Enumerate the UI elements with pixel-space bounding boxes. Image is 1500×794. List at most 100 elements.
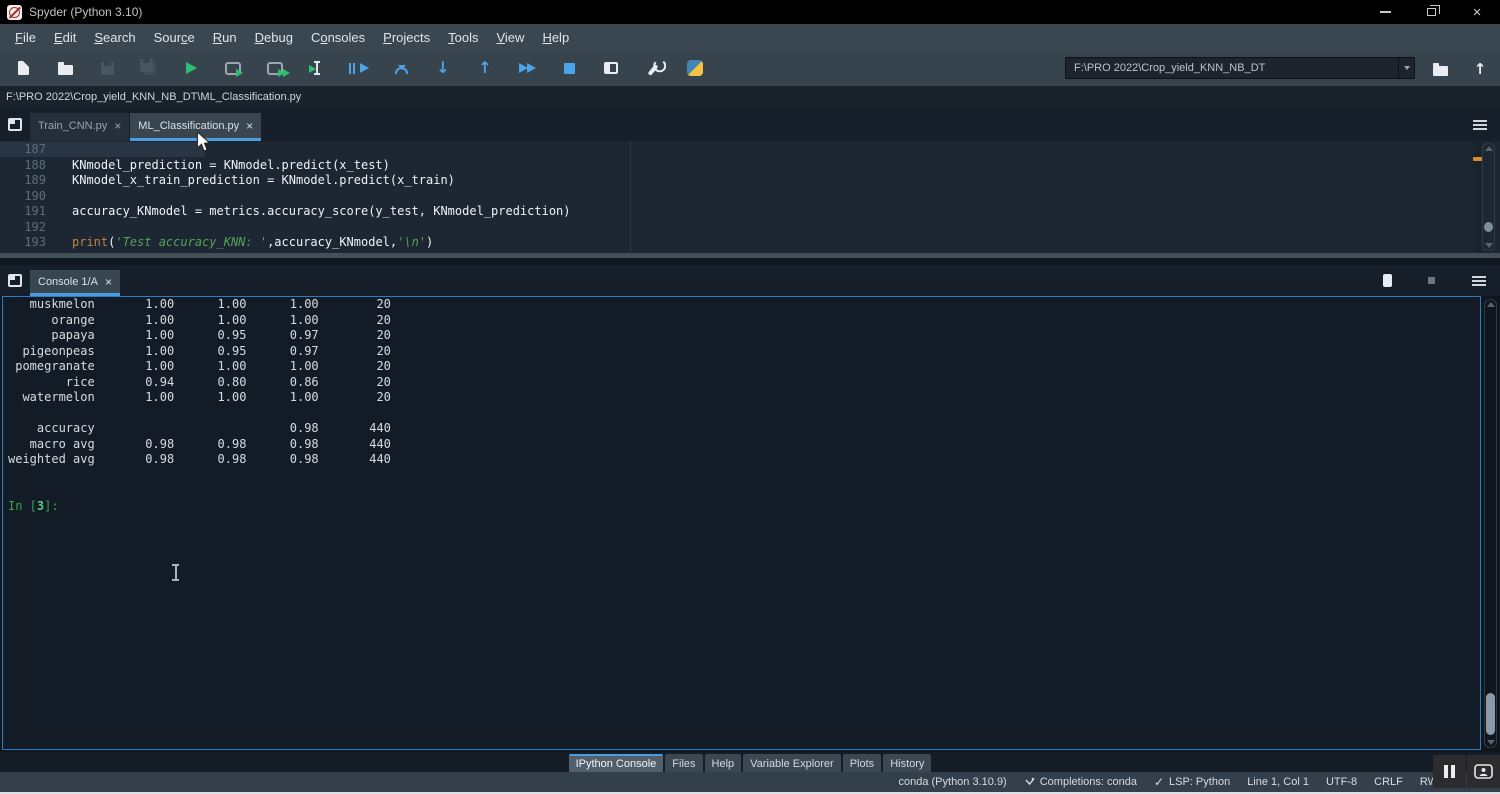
menu-source[interactable]: Source bbox=[145, 26, 204, 49]
menu-debug[interactable]: Debug bbox=[246, 26, 302, 49]
working-directory-select[interactable]: F:\PRO 2022\Crop_yield_KNN_NB_DT bbox=[1065, 57, 1415, 79]
scroll-down-icon[interactable] bbox=[1485, 243, 1493, 248]
editor-tabbar: Train_CNN.py× ML_Classification.py × bbox=[0, 108, 1500, 141]
close-tab-icon[interactable]: × bbox=[114, 119, 121, 133]
run-selection-button[interactable] bbox=[304, 55, 330, 81]
editor-browse-tabs-button[interactable] bbox=[0, 111, 30, 139]
menu-search[interactable]: Search bbox=[85, 26, 144, 49]
continue-icon bbox=[519, 63, 536, 73]
chevron-down-icon[interactable] bbox=[1398, 58, 1414, 78]
maximize-pane-icon bbox=[604, 62, 618, 74]
debug-file-button[interactable] bbox=[346, 55, 372, 81]
close-tab-icon[interactable]: × bbox=[105, 275, 112, 289]
console-tabbar: Console 1/A × bbox=[0, 265, 1500, 296]
run-current-line-button[interactable] bbox=[388, 55, 414, 81]
snapshot-button[interactable] bbox=[1467, 755, 1500, 788]
text-cursor bbox=[171, 564, 180, 581]
menu-tools[interactable]: Tools bbox=[439, 26, 487, 49]
run-cell-button[interactable] bbox=[220, 55, 246, 81]
run-cell-advance-button[interactable] bbox=[262, 55, 288, 81]
pythonpath-manager-button[interactable] bbox=[682, 55, 708, 81]
console-output: muskmelon 1.00 1.00 1.00 20 orange 1.00 … bbox=[3, 297, 1480, 499]
run-selection-icon bbox=[316, 61, 318, 75]
console-scrollbar[interactable] bbox=[1484, 299, 1497, 748]
stop-button[interactable] bbox=[556, 55, 582, 81]
menu-projects[interactable]: Projects bbox=[374, 26, 439, 49]
open-file-button[interactable] bbox=[52, 55, 78, 81]
menu-bar: FileEditSearchSourceRunDebugConsolesProj… bbox=[0, 24, 1500, 50]
warning-flag-marker bbox=[1473, 157, 1482, 161]
line-number: 191 bbox=[0, 204, 46, 220]
menu-file[interactable]: File bbox=[6, 26, 45, 49]
run-file-button[interactable] bbox=[178, 55, 204, 81]
code-line: accuracy_KNmodel = metrics.accuracy_scor… bbox=[72, 204, 571, 220]
dock-tab-history[interactable]: History bbox=[883, 754, 931, 772]
run-cell-icon bbox=[225, 62, 241, 75]
interrupt-kernel-button[interactable] bbox=[1416, 269, 1446, 293]
console-browse-tabs-button[interactable] bbox=[0, 267, 30, 295]
console-options-button[interactable] bbox=[1464, 269, 1494, 293]
line-number: 189 bbox=[0, 173, 46, 189]
save-file-button[interactable] bbox=[94, 55, 120, 81]
editor-scrollbar[interactable] bbox=[1482, 143, 1495, 251]
file-path-bar: F:\PRO 2022\Crop_yield_KNN_NB_DT\ML_Clas… bbox=[0, 86, 1500, 108]
ipython-console[interactable]: muskmelon 1.00 1.00 1.00 20 orange 1.00 … bbox=[2, 296, 1481, 750]
up-arrow-icon: ↑ bbox=[1474, 62, 1487, 77]
code-editor[interactable]: 187188189190191192193 KNmodel_prediction… bbox=[0, 141, 1500, 253]
maximize-pane-button[interactable] bbox=[598, 55, 624, 81]
remove-all-variables-button[interactable] bbox=[1372, 269, 1402, 293]
dock-tabbar: IPython ConsoleFilesHelpVariable Explore… bbox=[0, 752, 1500, 772]
stop-icon bbox=[564, 63, 575, 74]
parent-directory-button[interactable]: ↑ bbox=[1467, 57, 1493, 81]
console-output-row: pigeonpeas 1.00 0.95 0.97 20 bbox=[3, 344, 1480, 360]
console-output-row bbox=[3, 406, 1480, 422]
menu-run[interactable]: Run bbox=[204, 26, 246, 49]
preferences-button[interactable] bbox=[640, 55, 666, 81]
minimize-button[interactable] bbox=[1362, 0, 1408, 24]
tab-label: ML_Classification.py bbox=[138, 120, 239, 132]
menu-consoles[interactable]: Consoles bbox=[302, 26, 374, 49]
title-bar: Spyder (Python 3.10) × bbox=[0, 0, 1500, 24]
console-output-row: macro avg 0.98 0.98 0.98 440 bbox=[3, 437, 1480, 453]
interrupt-icon bbox=[1428, 277, 1435, 284]
close-tab-icon[interactable]: × bbox=[246, 119, 253, 133]
dock-tab-help[interactable]: Help bbox=[705, 754, 742, 772]
dock-tab-plots[interactable]: Plots bbox=[843, 754, 881, 772]
console-output-row: weighted avg 0.98 0.98 0.98 440 bbox=[3, 452, 1480, 468]
dock-tab-variable-explorer[interactable]: Variable Explorer bbox=[743, 754, 841, 772]
continue-button[interactable] bbox=[514, 55, 540, 81]
folder-icon bbox=[1433, 63, 1448, 76]
pause-button[interactable] bbox=[1433, 755, 1466, 788]
code-line bbox=[72, 189, 571, 205]
editor-tab-ml-classification-py[interactable]: ML_Classification.py × bbox=[130, 113, 261, 141]
step-return-button[interactable]: ↑ bbox=[472, 55, 498, 81]
console-tab[interactable]: Console 1/A × bbox=[30, 270, 120, 296]
console-scrollbar-thumb[interactable] bbox=[1486, 693, 1495, 735]
scroll-down-icon[interactable] bbox=[1487, 740, 1495, 745]
open-folder-icon bbox=[58, 62, 73, 75]
editor-tab-train-cnn-py[interactable]: Train_CNN.py× bbox=[30, 113, 129, 141]
editor-options-button[interactable] bbox=[1468, 114, 1492, 136]
step-into-button[interactable]: ↓ bbox=[430, 55, 456, 81]
restore-icon bbox=[1427, 8, 1436, 16]
menu-view[interactable]: View bbox=[487, 26, 533, 49]
browse-directory-button[interactable] bbox=[1427, 57, 1453, 81]
check-icon: ✓ bbox=[1154, 775, 1164, 789]
save-all-button[interactable] bbox=[136, 55, 162, 81]
close-button[interactable]: × bbox=[1454, 0, 1500, 24]
dock-tab-files[interactable]: Files bbox=[665, 754, 702, 772]
restore-button[interactable] bbox=[1408, 0, 1454, 24]
dock-tab-ipython-console[interactable]: IPython Console bbox=[569, 754, 664, 772]
status-encoding: UTF-8 bbox=[1326, 776, 1357, 788]
menu-edit[interactable]: Edit bbox=[45, 26, 85, 49]
editor-scrollbar-thumb[interactable] bbox=[1484, 222, 1493, 232]
browse-tabs-icon bbox=[8, 274, 22, 287]
scroll-up-icon[interactable] bbox=[1487, 302, 1495, 307]
new-file-button[interactable] bbox=[10, 55, 36, 81]
pane-splitter[interactable] bbox=[0, 253, 1500, 258]
scroll-up-icon[interactable] bbox=[1485, 146, 1493, 151]
step-into-icon: ↓ bbox=[436, 60, 449, 76]
menu-help[interactable]: Help bbox=[533, 26, 578, 49]
run-cell-advance-icon bbox=[267, 62, 283, 75]
working-directory-value: F:\PRO 2022\Crop_yield_KNN_NB_DT bbox=[1066, 62, 1398, 74]
